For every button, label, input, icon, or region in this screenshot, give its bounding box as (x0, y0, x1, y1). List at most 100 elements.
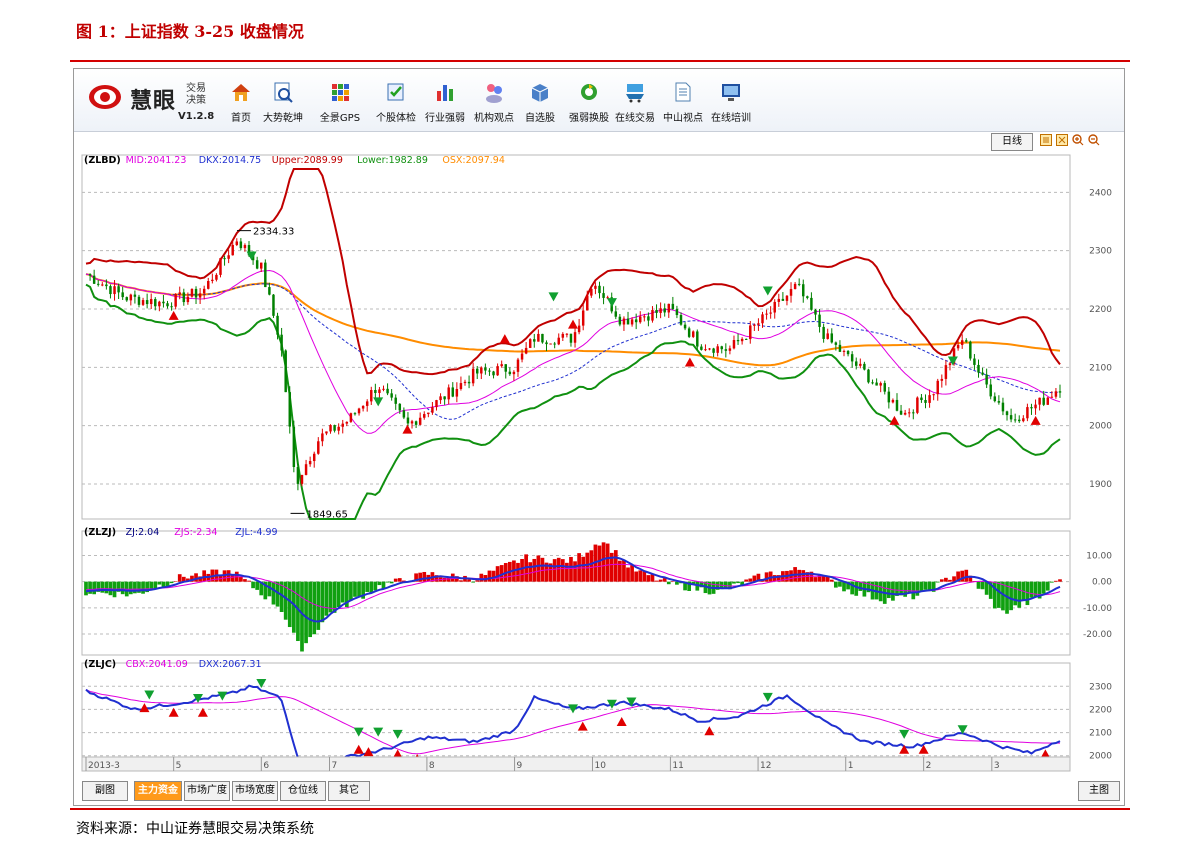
zoom-box-icon[interactable] (1056, 134, 1068, 146)
flow-bar (744, 579, 749, 582)
bottom-tab-2[interactable]: 主力资金 (134, 781, 182, 801)
period-button[interactable]: 日线 (991, 133, 1033, 151)
flow-bar (1045, 581, 1050, 591)
flow-bar (1009, 581, 1013, 611)
toolbar-button-3[interactable]: 全景GPS (313, 81, 367, 124)
candle-body (1013, 419, 1017, 421)
candle-body (361, 405, 365, 409)
candle-body (586, 295, 589, 311)
candle-body (166, 303, 169, 307)
flow-bar (556, 557, 561, 582)
candle-body (932, 394, 935, 396)
toolbar-button-label: 全景GPS (319, 113, 361, 124)
candle-body (141, 300, 145, 305)
flow-bar (1041, 581, 1046, 594)
candle-body (467, 381, 471, 384)
candle-body (537, 333, 540, 342)
candle-body (105, 284, 108, 287)
toolbar-button-5[interactable]: 行业强弱 (418, 81, 472, 124)
candle-body (879, 383, 882, 386)
price-annotation: 1849.65 (307, 509, 348, 520)
bottom-tab-5[interactable]: 仓位线 (280, 781, 326, 801)
flow-bar (230, 575, 235, 582)
candle-body (700, 346, 703, 350)
box-icon (531, 84, 549, 102)
candle-body (198, 293, 202, 298)
flow-bar (312, 581, 317, 635)
toolbar-button-2[interactable]: 大势乾坤 (256, 81, 310, 124)
bottom-tab-4[interactable]: 市场宽度 (232, 781, 278, 801)
candle-body (854, 361, 858, 366)
flow-bar (964, 569, 969, 582)
candle-body (724, 349, 728, 351)
toolbar-button-label: 行业强弱 (425, 113, 465, 124)
candle-body (1026, 407, 1029, 419)
flow-bar (520, 558, 524, 582)
candle-body (353, 413, 357, 415)
candle-body (594, 285, 597, 289)
toolbar-button-9[interactable]: 在线交易 (608, 81, 662, 124)
candle-body (569, 333, 573, 343)
candle-body (288, 392, 292, 427)
x-tick-label: 2013-3 (88, 761, 120, 771)
y-tick-label: 0.00 (1092, 578, 1112, 588)
flow-bar (157, 581, 162, 585)
flow-bar (834, 581, 838, 588)
zoom-in-icon[interactable] (1072, 134, 1084, 146)
flow-bar (475, 580, 480, 582)
flow-bar (976, 581, 981, 589)
flow-bar (389, 581, 394, 584)
candle-body (553, 343, 556, 345)
candle-body (606, 297, 609, 299)
bottom-tab-1[interactable]: 副图 (82, 781, 128, 801)
candle-body (427, 412, 430, 415)
candle-body (378, 389, 381, 393)
list-icon[interactable] (1040, 134, 1052, 146)
candle-body (312, 453, 316, 462)
bottom-tab-3[interactable]: 市场广度 (184, 781, 230, 801)
x-tick-label: 8 (429, 761, 435, 771)
candle-body (622, 318, 626, 325)
candle-body (211, 279, 214, 282)
flow-bar (226, 570, 231, 582)
candle-body (170, 306, 173, 308)
toolbar-button-7[interactable]: 自选股 (513, 81, 567, 124)
candle-body (924, 400, 927, 403)
candle-body (875, 382, 878, 386)
zoom-out-icon[interactable] (1088, 134, 1100, 146)
price-annotation: 2334.33 (253, 227, 294, 238)
candle-body (883, 383, 886, 392)
flow-bar (585, 552, 590, 582)
candle-body (1009, 415, 1013, 420)
toolbar-button-4[interactable]: 个股体检 (369, 81, 423, 124)
candle-body (215, 274, 218, 280)
flow-bar (634, 571, 639, 582)
flow-bar (377, 581, 382, 586)
candle-body (484, 367, 487, 371)
candle-body (973, 358, 976, 365)
toolbar-button-10[interactable]: 中山视点 (656, 81, 710, 124)
flow-bar (173, 581, 178, 582)
candle-body (1042, 397, 1045, 405)
candle-body (533, 339, 536, 342)
candle-body (528, 339, 532, 348)
candle-body (1030, 407, 1033, 409)
toolbar-button-label: 中山视点 (663, 113, 703, 124)
home-icon (232, 84, 250, 101)
candle-body (944, 365, 948, 379)
flow-bar (589, 550, 594, 582)
flow-bar (92, 581, 97, 595)
flow-bar (939, 579, 944, 582)
candle-body (337, 426, 340, 431)
candle-body (989, 384, 992, 397)
candle-body (96, 283, 100, 285)
toolbar-button-11[interactable]: 在线培训 (704, 81, 758, 124)
y-tick-label: 2200 (1089, 705, 1112, 715)
candle-body (394, 397, 397, 404)
x-tick-label: 3 (994, 761, 1000, 771)
flow-bar (736, 581, 740, 584)
main-chart-button[interactable]: 主图 (1078, 781, 1120, 801)
bottom-tab-6[interactable]: 其它 (328, 781, 370, 801)
flow-bar (353, 581, 357, 597)
candle-body (614, 311, 618, 317)
